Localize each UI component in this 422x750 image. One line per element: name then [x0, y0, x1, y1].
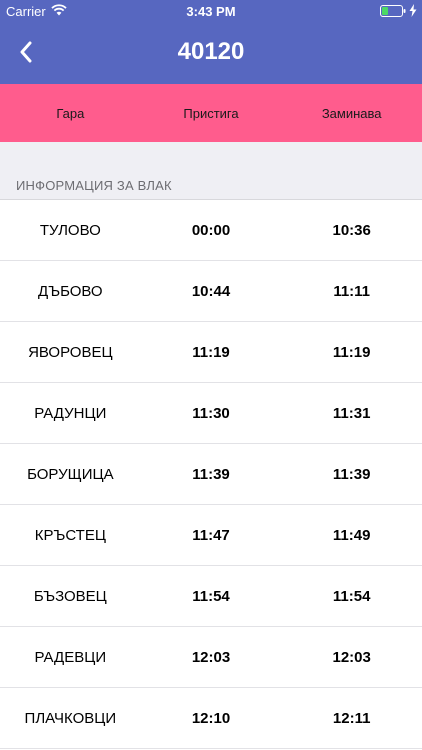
stop-station: КРЪСТЕЦ: [34, 526, 106, 544]
stop-station: ТУЛОВО: [39, 221, 101, 239]
stop-arrival-time: 11:54: [192, 587, 230, 605]
stop-row[interactable]: ТУЛОВО 00:00 10:36: [0, 200, 422, 261]
page-title: 40120: [177, 38, 245, 65]
stop-station: РАДУНЦИ: [34, 404, 107, 422]
stop-departure-time: 11:54: [332, 587, 371, 605]
battery-icon: [380, 5, 406, 17]
navigation-header: Carrier 3:43 PM 40120: [0, 0, 422, 84]
stop-station: БЪЗОВЕЦ: [33, 587, 107, 605]
stop-row[interactable]: БЪЗОВЕЦ 11:54 11:54: [0, 566, 422, 627]
back-button[interactable]: [10, 36, 42, 68]
stop-arrival-time: 12:03: [191, 648, 231, 666]
column-header-arrives: Пристига: [183, 105, 239, 121]
stop-row[interactable]: ДЪБОВО 10:44 11:11: [0, 261, 422, 322]
stop-row[interactable]: КРЪСТЕЦ 11:47 11:49: [0, 505, 422, 566]
stop-station: РАДЕВЦИ: [34, 648, 107, 666]
stop-station: ЯВОРОВЕЦ: [28, 343, 113, 361]
column-header-departs: Заминава: [321, 105, 382, 121]
stop-departure-time: 12:11: [332, 709, 371, 727]
stop-row[interactable]: РАДУНЦИ 11:30 11:31: [0, 383, 422, 444]
stop-departure-time: 10:36: [332, 221, 371, 239]
stop-arrival-time: 11:39: [192, 465, 230, 483]
stop-station: БОРУЩИЦА: [27, 465, 114, 483]
stop-station: ДЪБОВО: [38, 282, 103, 300]
stop-arrival-time: 12:10: [191, 709, 231, 727]
column-header-bar: Гара Пристига Заминава: [0, 84, 422, 142]
column-header-station: Гара: [56, 105, 85, 121]
stop-row[interactable]: РАДЕВЦИ 12:03 12:03: [0, 627, 422, 688]
stop-arrival-time: 00:00: [191, 221, 231, 239]
stop-station: ПЛАЧКОВЦИ: [24, 709, 117, 727]
stops-list: ТУЛОВО 00:00 10:36 ДЪБОВО 10:44 11:11 ЯВ…: [0, 200, 422, 749]
stop-departure-time: 11:31: [332, 404, 371, 422]
stop-departure-time: 11:19: [332, 343, 371, 361]
stop-departure-time: 11:39: [332, 465, 371, 483]
clock-label: 3:43 PM: [186, 4, 236, 19]
stop-row[interactable]: ЯВОРОВЕЦ 11:19 11:19: [0, 322, 422, 383]
stop-departure-time: 11:11: [333, 282, 371, 300]
stop-row[interactable]: ПЛАЧКОВЦИ 12:10 12:11: [0, 688, 422, 749]
stop-arrival-time: 11:19: [192, 343, 230, 361]
section-title: ИНФОРМАЦИЯ ЗА ВЛАК: [16, 178, 172, 193]
stop-departure-time: 12:03: [332, 648, 371, 666]
bolt-icon: [409, 4, 417, 17]
chevron-left-icon: [20, 41, 32, 63]
stop-arrival-time: 11:30: [192, 404, 230, 422]
section-header: ИНФОРМАЦИЯ ЗА ВЛАК: [0, 142, 422, 200]
stop-departure-time: 11:49: [332, 526, 371, 544]
stop-arrival-time: 11:47: [192, 526, 230, 544]
stop-arrival-time: 10:44: [191, 282, 231, 300]
stop-row[interactable]: БОРУЩИЦА 11:39 11:39: [0, 444, 422, 505]
status-bar: Carrier 3:43 PM: [0, 0, 422, 22]
